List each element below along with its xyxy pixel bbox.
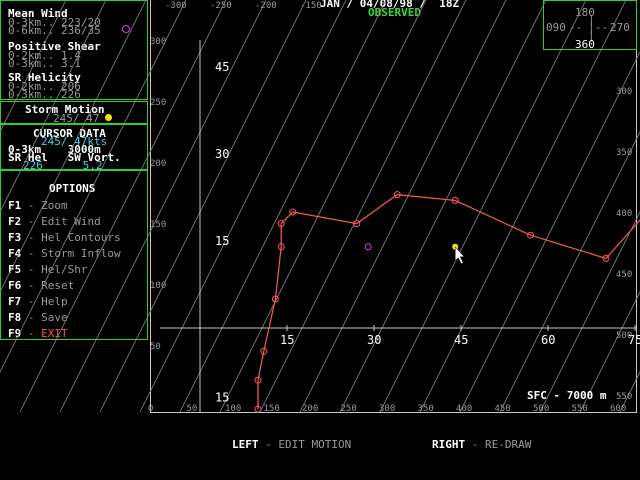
y-axis-label: 15 [215,234,229,248]
ring-label-right: 450 [616,270,632,280]
grid-line [0,0,67,133]
diagonal-grid [0,0,640,413]
grid-line [499,131,640,413]
mean-wind-marker [364,243,372,251]
grid-line [99,0,307,413]
grid-line [579,291,640,413]
grid-line [259,0,467,413]
footer-right-action[interactable]: RE-DRAW [485,438,531,451]
grid-line [19,0,227,413]
mouse-cursor-icon [454,246,465,265]
ring-label-bottom: 600 [610,404,626,414]
ring-label-left: 300 [150,37,166,47]
y-axis-label: 45 [215,60,229,74]
axis-labels: 15304560756045301515-300-250-200-1503002… [148,1,640,414]
ring-label-top: -150 [300,1,322,11]
hodograph-trace[interactable] [257,119,640,410]
axes [160,40,637,412]
grid-line [459,51,640,413]
ring-label-bottom: 200 [302,404,318,414]
grid-line [419,0,627,413]
grid-line [339,0,547,413]
x-axis-label: 60 [541,333,555,347]
footer-left: LEFT - EDIT MOTION [232,438,351,451]
ring-label-bottom: 350 [418,404,434,414]
grid-line [0,0,147,293]
ring-label-right: 400 [616,209,632,219]
ring-label-left: 150 [150,220,166,230]
ring-label-bottom: 450 [495,404,511,414]
ring-label-left: 50 [150,342,161,352]
ring-label-bottom: 50 [187,404,198,414]
hodograph-plot[interactable]: 15304560756045301515-300-250-200-1503002… [0,0,640,480]
x-axis-label: 45 [454,333,468,347]
grid-line [59,0,267,413]
ring-label-bottom: 100 [225,404,241,414]
ring-label-right: 350 [616,148,632,158]
x-axis-label: 15 [280,333,294,347]
y-axis-label: 15 [215,391,229,405]
ring-label-left: 100 [150,281,166,291]
grid-line [299,0,507,413]
ring-label-bottom: 300 [379,404,395,414]
ring-label-right: 550 [616,392,632,402]
ring-label-left: 250 [150,98,166,108]
grid-line [139,0,347,413]
ring-label-top: -300 [165,1,187,11]
ring-label-top: -250 [210,1,232,11]
ring-label-right: 500 [616,331,632,341]
footer-right: RIGHT - RE-DRAW [432,438,531,451]
y-axis-label: 30 [215,147,229,161]
footer-left-action[interactable]: EDIT MOTION [278,438,351,451]
hodograph-nodes[interactable] [254,116,640,413]
grid-line [379,0,587,413]
grid-line [0,0,107,213]
ring-label-bottom: 400 [456,404,472,414]
ring-label-left: 200 [150,159,166,169]
footer-right-key: RIGHT [432,438,466,451]
ring-label-bottom: 250 [341,404,357,414]
ring-label-bottom: 150 [264,404,280,414]
grid-line [179,0,387,413]
sfc-depth-label: SFC - 7000 m [527,389,607,402]
ring-label-bottom: 500 [533,404,549,414]
footer-left-key: LEFT [232,438,259,451]
ring-label-bottom: 550 [572,404,588,414]
footer-left-sep: - [258,438,279,451]
ring-label-bottom: 0 [148,404,153,414]
footer-right-sep: - [465,438,485,451]
ring-label-top: -200 [255,1,277,11]
grid-line [219,0,427,413]
ring-label-right: 300 [616,87,632,97]
x-axis-label: 30 [367,333,381,347]
